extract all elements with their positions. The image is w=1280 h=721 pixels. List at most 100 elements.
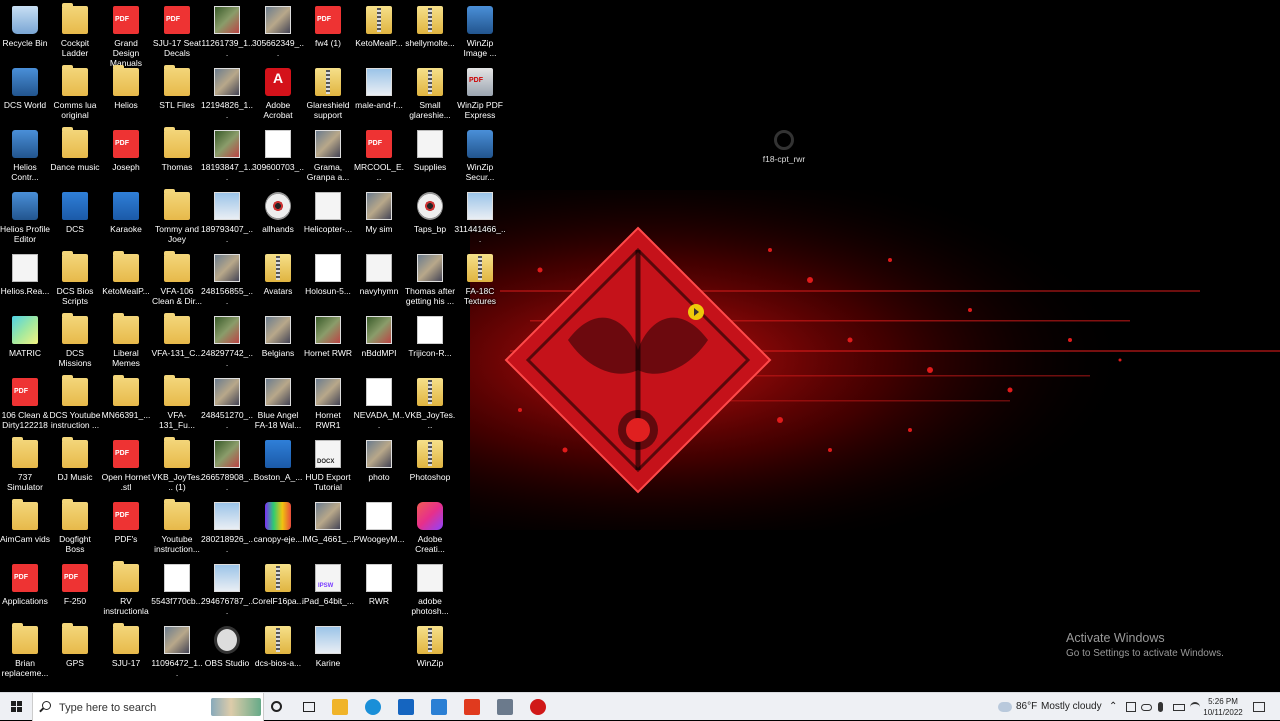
battery-icon[interactable]	[1173, 704, 1185, 711]
desktop-icon[interactable]: WinZip	[405, 624, 455, 684]
desktop-icon[interactable]: nBddMPI	[354, 314, 404, 374]
desktop-icon[interactable]: Dance music	[50, 127, 100, 188]
taskbar-search-box[interactable]	[32, 693, 264, 721]
desktop-icon[interactable]: STL Files	[152, 65, 202, 126]
desktop-icon[interactable]: GPS	[50, 623, 100, 684]
desktop-icon[interactable]: male-and-f...	[354, 66, 404, 126]
desktop-icon[interactable]: Helios Profile Editor	[0, 190, 50, 250]
weather-temp[interactable]: 86°F	[1016, 693, 1037, 721]
file-explorer-icon[interactable]	[332, 699, 348, 715]
desktop-icon[interactable]: Belgians	[253, 314, 303, 374]
desktop-icon[interactable]: Karine	[303, 624, 353, 684]
desktop-icon[interactable]: iPad_64bit_...	[302, 562, 354, 622]
desktop-icon[interactable]: F-250	[50, 562, 100, 622]
desktop-icon[interactable]: Small glareshie...	[405, 66, 455, 126]
desktop-icon[interactable]: Comms lua original	[50, 65, 100, 126]
desktop-icon[interactable]: Holosun-5...	[303, 252, 353, 312]
desktop-icon[interactable]: MN66391_...	[101, 375, 151, 436]
desktop-icon[interactable]: 5543f770cb...	[151, 562, 203, 622]
desktop-icon[interactable]: 311441466_...	[454, 190, 506, 250]
desktop-icon[interactable]: Taps_bp	[405, 190, 455, 250]
cloud-icon[interactable]	[1141, 704, 1152, 711]
desktop-icon[interactable]: NEVADA_M...	[354, 376, 404, 436]
desktop-icon[interactable]: Grama, Granpa a...	[303, 128, 353, 188]
desktop-icon[interactable]: PDF's	[101, 500, 151, 560]
start-button[interactable]	[0, 693, 32, 721]
desktop-icon[interactable]: 248297742_...	[201, 314, 253, 374]
search-input[interactable]	[57, 697, 211, 719]
desktop-icon[interactable]: Karaoke	[101, 190, 151, 250]
desktop-icon[interactable]: dcs-bios-a...	[253, 624, 303, 684]
desktop-icon[interactable]: Helios	[101, 65, 151, 126]
desktop-icon[interactable]: VKB_JoyTes... (1)	[152, 437, 202, 498]
desktop-icon[interactable]: Joseph	[101, 128, 151, 188]
cortana-icon[interactable]	[271, 701, 282, 712]
desktop-icon[interactable]: WinZip Image ...	[455, 4, 505, 64]
search-highlight-icon[interactable]	[211, 698, 261, 716]
desktop-icon[interactable]: Liberal Memes	[101, 313, 151, 374]
desktop-icon[interactable]: WinZip Secur...	[455, 128, 505, 188]
desktop-icon[interactable]: Boston_A_...	[253, 438, 303, 498]
desktop-icon[interactable]: IMG_4661_...	[302, 500, 354, 560]
taskbar-clock[interactable]: 5:26 PM 10/11/2022	[1198, 696, 1248, 718]
desktop-icon[interactable]: 266578908_...	[201, 438, 253, 498]
desktop-icon[interactable]: KetoMealP...	[354, 4, 404, 64]
desktop-icon[interactable]: navyhymn	[354, 252, 404, 312]
chevron-up-icon[interactable]: ⌃	[1109, 693, 1117, 721]
desktop-icon[interactable]: 11096472_1...	[151, 624, 203, 684]
desktop-icon[interactable]: Helios Contr...	[0, 128, 50, 188]
screen-recorder-icon[interactable]	[530, 699, 546, 715]
desktop-icon[interactable]: Hornet RWR	[303, 314, 353, 374]
desktop-icon[interactable]: DCS Bios Scripts	[50, 251, 100, 312]
desktop-icon[interactable]: canopy-eje...	[253, 500, 303, 560]
desktop-icon[interactable]: 12194826_1...	[201, 66, 253, 126]
desktop-icon[interactable]: DCS Missions	[50, 313, 100, 374]
desktop-icon[interactable]: Blue Angel FA-18 Wal...	[253, 376, 303, 436]
desktop-icon[interactable]: CorelF16pa...	[252, 562, 304, 622]
desktop-icon[interactable]: Grand Design Manuals	[101, 4, 151, 68]
desktop-icon[interactable]: Adobe Acrobat	[253, 66, 303, 126]
task-view-icon[interactable]	[303, 702, 315, 712]
desktop-icon[interactable]: Brian replaceme...	[0, 623, 50, 684]
desktop-icon[interactable]: Supplies	[405, 128, 455, 188]
desktop-icon[interactable]: VFA-131_C...	[151, 313, 203, 374]
desktop-icon[interactable]: RV instructionla	[101, 561, 151, 622]
weather-condition[interactable]: Mostly cloudy	[1041, 693, 1102, 721]
desktop-icon[interactable]: FA-18C Textures	[455, 252, 505, 312]
desktop-icon[interactable]: 280218926_...	[201, 500, 253, 560]
desktop-icon-f18-cpt-rwr[interactable]: f18-cpt_rwr	[759, 130, 809, 190]
desktop-icon[interactable]: OBS Studio	[202, 624, 252, 684]
desktop-icon[interactable]: Youtube instruction...	[152, 499, 202, 560]
desktop-icon[interactable]: Dogfight Boss	[50, 499, 100, 560]
desktop-icon[interactable]: 11261739_1...	[201, 4, 253, 64]
desktop-icon[interactable]: Adobe Creati...	[405, 500, 455, 560]
desktop-icon[interactable]: Trijicon-R...	[405, 314, 455, 374]
desktop-icon[interactable]: 248451270_...	[201, 376, 253, 436]
edge-icon[interactable]	[365, 699, 381, 715]
desktop-icon[interactable]: PWoogeyM...	[354, 500, 404, 560]
desktop-icon[interactable]: 106 Clean & Dirty122218	[0, 376, 50, 436]
desktop-icon[interactable]: Avatars	[253, 252, 303, 312]
desktop-icon[interactable]: MRCOOL_E...	[354, 128, 404, 188]
desktop-icon[interactable]: 294676787_...	[201, 562, 253, 622]
mail-icon[interactable]	[431, 699, 447, 715]
desktop-icon[interactable]: Photoshop	[405, 438, 455, 498]
desktop-icon[interactable]: MATRIC	[0, 314, 50, 374]
desktop-icon[interactable]: 305662349_...	[252, 4, 304, 64]
desktop-icon[interactable]: 18193847_1...	[201, 128, 253, 188]
office-icon[interactable]	[464, 699, 480, 715]
weather-icon[interactable]	[998, 702, 1012, 712]
tray-app-icon[interactable]	[1126, 702, 1136, 712]
desktop-icon[interactable]: DCS	[50, 190, 100, 250]
desktop-icon[interactable]: Applications	[0, 562, 50, 622]
desktop-icon[interactable]: WinZip PDF Express	[455, 66, 505, 126]
desktop-icon[interactable]: SJU-17	[101, 623, 151, 684]
desktop-icon[interactable]: KetoMealP...	[101, 251, 151, 312]
desktop-icon[interactable]: DCS Youtube instruction ...	[49, 375, 101, 436]
desktop-icon[interactable]: Cockpit Ladder	[50, 3, 100, 64]
desktop-icon[interactable]: My sim	[354, 190, 404, 250]
desktop-icon[interactable]: AimCam vids	[0, 499, 50, 560]
desktop-icon[interactable]: Thomas	[152, 127, 202, 188]
microphone-icon[interactable]	[1158, 702, 1163, 712]
dcs-app-icon[interactable]	[497, 699, 513, 715]
